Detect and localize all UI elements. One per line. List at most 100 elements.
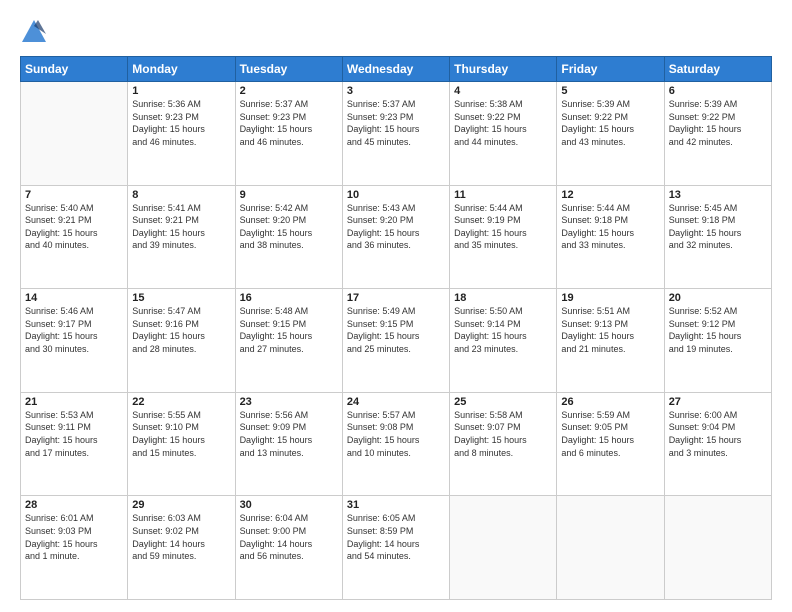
day-number: 17	[347, 292, 445, 304]
col-header-tuesday: Tuesday	[235, 57, 342, 82]
day-info: Sunrise: 5:36 AM Sunset: 9:23 PM Dayligh…	[132, 98, 230, 148]
day-number: 30	[240, 499, 338, 511]
calendar-cell: 21Sunrise: 5:53 AM Sunset: 9:11 PM Dayli…	[21, 392, 128, 496]
day-number: 7	[25, 189, 123, 201]
day-number: 8	[132, 189, 230, 201]
day-number: 5	[561, 85, 659, 97]
day-number: 23	[240, 396, 338, 408]
day-info: Sunrise: 5:45 AM Sunset: 9:18 PM Dayligh…	[669, 202, 767, 252]
calendar-cell: 18Sunrise: 5:50 AM Sunset: 9:14 PM Dayli…	[450, 289, 557, 393]
calendar-cell: 16Sunrise: 5:48 AM Sunset: 9:15 PM Dayli…	[235, 289, 342, 393]
calendar-week-4: 21Sunrise: 5:53 AM Sunset: 9:11 PM Dayli…	[21, 392, 772, 496]
day-number: 29	[132, 499, 230, 511]
calendar-cell: 7Sunrise: 5:40 AM Sunset: 9:21 PM Daylig…	[21, 185, 128, 289]
day-info: Sunrise: 5:39 AM Sunset: 9:22 PM Dayligh…	[669, 98, 767, 148]
day-number: 25	[454, 396, 552, 408]
calendar-cell: 14Sunrise: 5:46 AM Sunset: 9:17 PM Dayli…	[21, 289, 128, 393]
calendar-cell: 26Sunrise: 5:59 AM Sunset: 9:05 PM Dayli…	[557, 392, 664, 496]
calendar-cell: 31Sunrise: 6:05 AM Sunset: 8:59 PM Dayli…	[342, 496, 449, 600]
day-info: Sunrise: 6:03 AM Sunset: 9:02 PM Dayligh…	[132, 512, 230, 562]
calendar-cell: 11Sunrise: 5:44 AM Sunset: 9:19 PM Dayli…	[450, 185, 557, 289]
day-info: Sunrise: 5:40 AM Sunset: 9:21 PM Dayligh…	[25, 202, 123, 252]
calendar-cell: 3Sunrise: 5:37 AM Sunset: 9:23 PM Daylig…	[342, 82, 449, 186]
calendar-cell: 23Sunrise: 5:56 AM Sunset: 9:09 PM Dayli…	[235, 392, 342, 496]
col-header-sunday: Sunday	[21, 57, 128, 82]
calendar-cell	[450, 496, 557, 600]
day-number: 4	[454, 85, 552, 97]
page: SundayMondayTuesdayWednesdayThursdayFrid…	[0, 0, 792, 612]
calendar-cell: 1Sunrise: 5:36 AM Sunset: 9:23 PM Daylig…	[128, 82, 235, 186]
day-info: Sunrise: 5:44 AM Sunset: 9:18 PM Dayligh…	[561, 202, 659, 252]
col-header-wednesday: Wednesday	[342, 57, 449, 82]
day-info: Sunrise: 6:01 AM Sunset: 9:03 PM Dayligh…	[25, 512, 123, 562]
day-number: 15	[132, 292, 230, 304]
calendar-cell: 6Sunrise: 5:39 AM Sunset: 9:22 PM Daylig…	[664, 82, 771, 186]
day-info: Sunrise: 5:56 AM Sunset: 9:09 PM Dayligh…	[240, 409, 338, 459]
calendar-cell: 4Sunrise: 5:38 AM Sunset: 9:22 PM Daylig…	[450, 82, 557, 186]
calendar-week-2: 7Sunrise: 5:40 AM Sunset: 9:21 PM Daylig…	[21, 185, 772, 289]
col-header-saturday: Saturday	[664, 57, 771, 82]
calendar-cell: 2Sunrise: 5:37 AM Sunset: 9:23 PM Daylig…	[235, 82, 342, 186]
day-number: 31	[347, 499, 445, 511]
day-info: Sunrise: 5:37 AM Sunset: 9:23 PM Dayligh…	[240, 98, 338, 148]
day-number: 12	[561, 189, 659, 201]
day-info: Sunrise: 5:55 AM Sunset: 9:10 PM Dayligh…	[132, 409, 230, 459]
day-info: Sunrise: 5:52 AM Sunset: 9:12 PM Dayligh…	[669, 305, 767, 355]
day-info: Sunrise: 6:00 AM Sunset: 9:04 PM Dayligh…	[669, 409, 767, 459]
day-number: 11	[454, 189, 552, 201]
calendar-cell: 9Sunrise: 5:42 AM Sunset: 9:20 PM Daylig…	[235, 185, 342, 289]
day-info: Sunrise: 5:50 AM Sunset: 9:14 PM Dayligh…	[454, 305, 552, 355]
day-number: 6	[669, 85, 767, 97]
day-info: Sunrise: 5:46 AM Sunset: 9:17 PM Dayligh…	[25, 305, 123, 355]
day-info: Sunrise: 5:49 AM Sunset: 9:15 PM Dayligh…	[347, 305, 445, 355]
day-number: 1	[132, 85, 230, 97]
day-number: 27	[669, 396, 767, 408]
day-info: Sunrise: 5:43 AM Sunset: 9:20 PM Dayligh…	[347, 202, 445, 252]
day-info: Sunrise: 5:39 AM Sunset: 9:22 PM Dayligh…	[561, 98, 659, 148]
day-number: 21	[25, 396, 123, 408]
calendar-cell	[557, 496, 664, 600]
day-info: Sunrise: 6:05 AM Sunset: 8:59 PM Dayligh…	[347, 512, 445, 562]
day-number: 28	[25, 499, 123, 511]
calendar-week-5: 28Sunrise: 6:01 AM Sunset: 9:03 PM Dayli…	[21, 496, 772, 600]
day-number: 16	[240, 292, 338, 304]
calendar-cell: 8Sunrise: 5:41 AM Sunset: 9:21 PM Daylig…	[128, 185, 235, 289]
day-number: 2	[240, 85, 338, 97]
calendar-cell: 13Sunrise: 5:45 AM Sunset: 9:18 PM Dayli…	[664, 185, 771, 289]
day-number: 20	[669, 292, 767, 304]
calendar-cell: 19Sunrise: 5:51 AM Sunset: 9:13 PM Dayli…	[557, 289, 664, 393]
day-info: Sunrise: 6:04 AM Sunset: 9:00 PM Dayligh…	[240, 512, 338, 562]
calendar-cell	[21, 82, 128, 186]
day-info: Sunrise: 5:37 AM Sunset: 9:23 PM Dayligh…	[347, 98, 445, 148]
calendar-cell: 12Sunrise: 5:44 AM Sunset: 9:18 PM Dayli…	[557, 185, 664, 289]
day-number: 13	[669, 189, 767, 201]
header	[20, 18, 772, 46]
col-header-monday: Monday	[128, 57, 235, 82]
day-number: 18	[454, 292, 552, 304]
calendar-cell: 17Sunrise: 5:49 AM Sunset: 9:15 PM Dayli…	[342, 289, 449, 393]
day-info: Sunrise: 5:53 AM Sunset: 9:11 PM Dayligh…	[25, 409, 123, 459]
calendar-cell: 27Sunrise: 6:00 AM Sunset: 9:04 PM Dayli…	[664, 392, 771, 496]
calendar-header-row: SundayMondayTuesdayWednesdayThursdayFrid…	[21, 57, 772, 82]
calendar-cell: 22Sunrise: 5:55 AM Sunset: 9:10 PM Dayli…	[128, 392, 235, 496]
col-header-thursday: Thursday	[450, 57, 557, 82]
calendar-cell: 24Sunrise: 5:57 AM Sunset: 9:08 PM Dayli…	[342, 392, 449, 496]
day-number: 22	[132, 396, 230, 408]
day-number: 9	[240, 189, 338, 201]
day-info: Sunrise: 5:58 AM Sunset: 9:07 PM Dayligh…	[454, 409, 552, 459]
day-number: 3	[347, 85, 445, 97]
calendar-cell: 20Sunrise: 5:52 AM Sunset: 9:12 PM Dayli…	[664, 289, 771, 393]
calendar-cell: 30Sunrise: 6:04 AM Sunset: 9:00 PM Dayli…	[235, 496, 342, 600]
day-info: Sunrise: 5:38 AM Sunset: 9:22 PM Dayligh…	[454, 98, 552, 148]
calendar-cell: 25Sunrise: 5:58 AM Sunset: 9:07 PM Dayli…	[450, 392, 557, 496]
calendar-cell	[664, 496, 771, 600]
col-header-friday: Friday	[557, 57, 664, 82]
day-number: 14	[25, 292, 123, 304]
calendar-cell: 5Sunrise: 5:39 AM Sunset: 9:22 PM Daylig…	[557, 82, 664, 186]
day-info: Sunrise: 5:41 AM Sunset: 9:21 PM Dayligh…	[132, 202, 230, 252]
day-info: Sunrise: 5:47 AM Sunset: 9:16 PM Dayligh…	[132, 305, 230, 355]
day-info: Sunrise: 5:48 AM Sunset: 9:15 PM Dayligh…	[240, 305, 338, 355]
day-info: Sunrise: 5:44 AM Sunset: 9:19 PM Dayligh…	[454, 202, 552, 252]
logo-icon	[20, 18, 48, 46]
day-number: 19	[561, 292, 659, 304]
